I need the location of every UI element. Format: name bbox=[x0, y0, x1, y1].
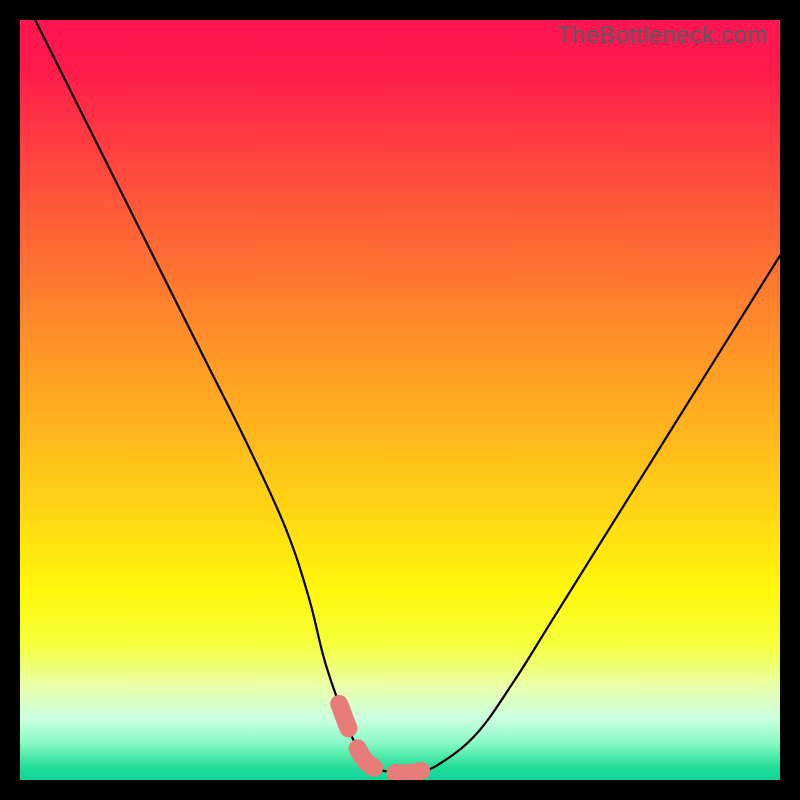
chart-frame: TheBottleneck.com bbox=[0, 0, 800, 800]
watermark-text: TheBottleneck.com bbox=[557, 22, 768, 50]
bottleneck-curve-line bbox=[35, 20, 780, 773]
chart-svg bbox=[20, 20, 780, 780]
plot-area: TheBottleneck.com bbox=[20, 20, 780, 780]
